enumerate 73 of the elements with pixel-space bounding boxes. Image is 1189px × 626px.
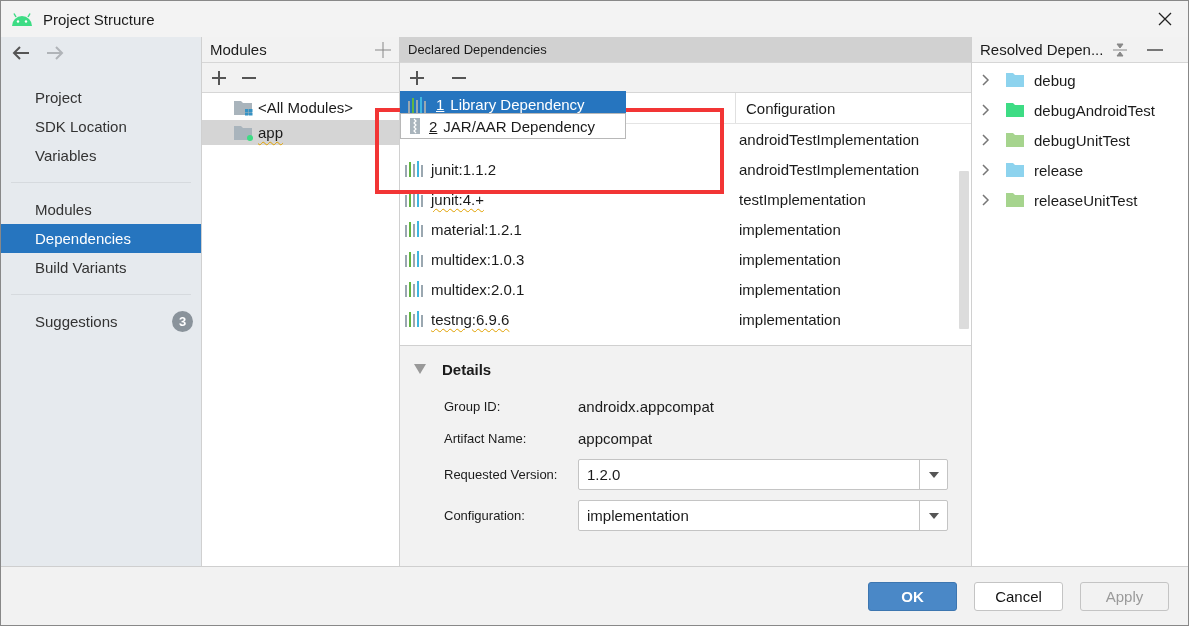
window-title: Project Structure [43, 10, 155, 28]
configuration-cell-text: implementation [738, 310, 842, 328]
modules-folder-icon [234, 99, 254, 116]
library-icon [405, 161, 425, 177]
sidebar-item[interactable]: Modules [1, 195, 201, 224]
chevron-right-icon[interactable] [982, 134, 990, 146]
field-label: Requested Version: [444, 466, 559, 484]
dependency-name: junit:1.1.2 [431, 160, 497, 180]
module-item[interactable]: app [202, 120, 399, 145]
module-folder-icon [234, 124, 254, 141]
configuration-cell-text: implementation [738, 250, 842, 268]
android-logo-icon [11, 12, 33, 26]
module-label: app [258, 124, 284, 143]
tree-item[interactable]: releaseUnitTest [972, 185, 1188, 215]
library-icon [405, 221, 425, 237]
tree-item[interactable]: debugAndroidTest [972, 95, 1188, 125]
chevron-right-icon[interactable] [982, 74, 990, 86]
configuration-cell-text: implementation [738, 280, 842, 298]
menu-item[interactable]: 1 Library Dependency [400, 91, 626, 113]
tree-item[interactable]: release [972, 155, 1188, 185]
configuration-cell-text: androidTestImplementation [738, 130, 921, 148]
sidebar-item[interactable]: Dependencies [1, 224, 201, 253]
configuration-cell-text: testImplementation [738, 190, 867, 208]
field-label: Configuration: [444, 507, 526, 525]
chevron-right-icon[interactable] [982, 164, 990, 176]
sidebar-item[interactable]: Suggestions 3 [1, 307, 201, 336]
chevron-right-icon[interactable] [982, 104, 990, 116]
menu-item[interactable]: 2 JAR/AAR Dependency [400, 113, 626, 139]
tree-item[interactable]: debug [972, 65, 1188, 95]
configuration-cell-text: implementation [738, 220, 842, 238]
jar-icon [409, 117, 421, 135]
plus-icon[interactable] [212, 70, 226, 85]
panel-title: Modules [210, 41, 267, 58]
library-icon [405, 251, 425, 267]
close-icon[interactable] [1158, 12, 1172, 26]
configuration-cell-text: androidTestImplementation [738, 160, 921, 178]
field-label: Group ID: [444, 397, 502, 416]
ok-button[interactable]: OK [868, 581, 957, 611]
panel-title: Resolved Depen... [980, 41, 1104, 58]
dialog-button[interactable]: Cancel [974, 581, 1063, 611]
dropdown-field[interactable]: 1.2.0 [578, 459, 948, 490]
module-item[interactable]: <All Modules> [202, 95, 399, 120]
library-icon [405, 311, 425, 327]
dropdown-field[interactable]: implementation [578, 500, 948, 531]
tree-item[interactable]: debugUnitTest [972, 125, 1188, 155]
collapse-triangle-icon[interactable] [414, 364, 426, 374]
caret-down-icon[interactable] [928, 471, 939, 478]
dependency-name: material:1.2.1 [431, 220, 522, 240]
panel-title: Declared Dependencies [408, 42, 547, 57]
count-badge: 3 [172, 311, 193, 332]
field-label: Artifact Name: [444, 429, 528, 448]
dependency-name: multidex:1.0.3 [431, 250, 525, 270]
module-label: <All Modules> [258, 99, 354, 118]
sidebar-item[interactable]: Project [1, 83, 201, 112]
plus-icon[interactable] [410, 70, 424, 85]
sidebar-item[interactable]: Build Variants [1, 253, 201, 282]
scrollbar[interactable] [959, 171, 969, 329]
dependency-name: testng:6.9.6 [431, 310, 510, 330]
library-icon [405, 281, 425, 297]
chevron-right-icon[interactable] [982, 194, 990, 206]
dependency-name: junit:4.+ [431, 190, 484, 210]
back-arrow-icon[interactable] [11, 45, 31, 61]
sidebar-item[interactable]: Variables [1, 141, 201, 170]
field-value: appcompat [578, 429, 654, 447]
dependency-name: multidex:2.0.1 [431, 280, 525, 300]
collapse-all-icon[interactable] [1113, 42, 1128, 57]
library-icon [408, 97, 428, 113]
section-title: Details [442, 360, 492, 378]
sidebar-item[interactable]: SDK Location [1, 112, 201, 141]
column-header[interactable]: Configuration [735, 93, 971, 123]
caret-down-icon[interactable] [928, 512, 939, 519]
field-value: androidx.appcompat [578, 397, 715, 415]
library-icon [405, 191, 425, 207]
